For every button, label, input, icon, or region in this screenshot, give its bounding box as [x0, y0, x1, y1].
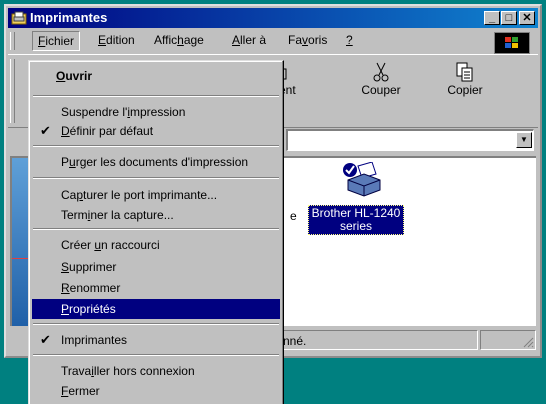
copy-icon	[456, 62, 473, 82]
printer-folder-icon	[11, 11, 27, 25]
menu-item-renommer[interactable]: Renommer	[32, 278, 280, 298]
chevron-down-icon: ▼	[520, 135, 528, 144]
menu-item-suspendre[interactable]: Suspendre l'impression	[32, 102, 280, 122]
menu-item-ouvrir[interactable]: Ouvrir	[32, 66, 280, 86]
windows-logo	[494, 32, 530, 54]
windows-flag-icon	[505, 37, 518, 48]
fichier-dropdown-menu: Ouvrir Suspendre l'impression ✔ Définir p…	[28, 60, 284, 404]
status-cell: nné.	[278, 330, 478, 350]
menu-aller-a[interactable]: Aller à	[232, 33, 266, 47]
menu-bar: Fichier Edition Affichage Aller à Favori…	[8, 30, 538, 54]
address-dropdown-button[interactable]: ▼	[516, 132, 532, 148]
copy-button[interactable]: Copier	[432, 55, 498, 125]
menu-separator	[33, 177, 279, 179]
copy-label: Copier	[447, 83, 483, 97]
menu-separator	[33, 145, 279, 147]
menu-fichier[interactable]: Fichier	[32, 31, 81, 51]
menu-item-purger[interactable]: Purger les documents d'impression	[32, 152, 280, 172]
menu-affichage[interactable]: Affichage	[154, 33, 204, 47]
checkmark-icon: ✔	[40, 332, 51, 347]
printer-item-label[interactable]: Brother HL-1240 series	[308, 205, 404, 235]
menubar-grip	[10, 32, 15, 50]
checkmark-icon: ✔	[40, 123, 51, 138]
menu-item-creer-raccourci[interactable]: Créer un raccourci	[32, 235, 280, 255]
address-input[interactable]: ▼	[286, 129, 534, 151]
menu-separator	[33, 228, 279, 230]
menu-item-fermer[interactable]: Fermer	[32, 381, 280, 401]
menu-item-definir-defaut[interactable]: ✔ Définir par défaut	[32, 121, 280, 141]
menu-item-terminer-capture[interactable]: Terminer la capture...	[32, 205, 280, 225]
status-text: nné.	[283, 334, 307, 348]
scissors-icon	[373, 62, 389, 82]
window-title: Imprimantes	[30, 10, 108, 25]
minimize-button[interactable]: _	[484, 11, 500, 25]
cut-button[interactable]: Couper	[348, 55, 414, 125]
printer-icon[interactable]	[342, 162, 382, 198]
title-bar[interactable]: Imprimantes _ □ ✕	[8, 8, 538, 28]
menu-item-capturer[interactable]: Capturer le port imprimante...	[32, 185, 280, 205]
menu-item-hors-connexion[interactable]: Travailler hors connexion	[32, 361, 280, 381]
cut-label: Couper	[361, 83, 401, 97]
menu-favoris[interactable]: Favoris	[288, 33, 327, 47]
menu-edition[interactable]: Edition	[98, 33, 135, 47]
menu-help[interactable]: ?	[346, 33, 353, 47]
resize-grip-icon[interactable]	[522, 336, 534, 348]
toolbar-grip	[10, 59, 15, 123]
partial-item-label: e	[290, 209, 297, 223]
menu-separator	[33, 354, 279, 356]
menu-separator	[33, 323, 279, 325]
menu-separator	[33, 95, 279, 97]
menu-item-imprimantes[interactable]: ✔ Imprimantes	[32, 330, 280, 350]
status-grip-cell	[480, 330, 536, 350]
maximize-button[interactable]: □	[501, 11, 517, 25]
menu-item-proprietes[interactable]: Propriétés	[32, 299, 280, 319]
menu-item-supprimer[interactable]: Supprimer	[32, 257, 280, 277]
close-button[interactable]: ✕	[519, 11, 535, 25]
